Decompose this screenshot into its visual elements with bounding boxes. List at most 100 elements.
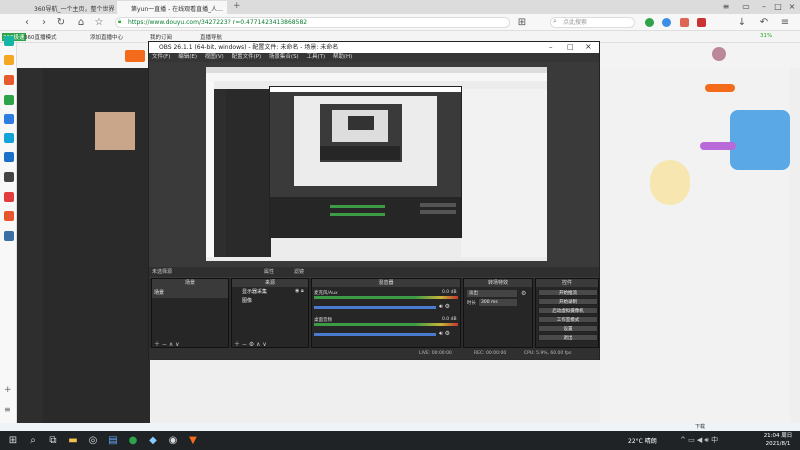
bookmark-live-mode[interactable]: 360直播模式	[24, 33, 57, 41]
volume-slider[interactable]	[314, 306, 436, 309]
sidebar-menu-icon[interactable]: ≡	[4, 405, 11, 414]
sidebar-app-icon[interactable]	[4, 75, 14, 85]
menu-scene-collection[interactable]: 场景集合(S)	[266, 54, 302, 60]
refresh-icon[interactable]: ↻	[54, 16, 68, 29]
start-streaming-button[interactable]: 开始推流	[538, 289, 598, 296]
restore-icon[interactable]: ▭	[740, 2, 752, 12]
follow-button[interactable]	[705, 84, 735, 92]
bookmark-subscriptions[interactable]: 我的订阅	[150, 33, 172, 41]
sources-title: 来源	[232, 279, 308, 287]
nested-docks-2	[320, 146, 400, 160]
avatar[interactable]	[712, 47, 726, 61]
downloads-icon[interactable]: ↓	[735, 16, 749, 29]
menu-file[interactable]: 文件(F)	[149, 54, 173, 60]
extension-icon[interactable]	[680, 18, 689, 27]
menu-tools[interactable]: 工具(T)	[303, 54, 328, 60]
sidebar-app-icon[interactable]	[4, 133, 14, 143]
duration-field[interactable]: 300 ms	[479, 299, 517, 306]
sidebar-add-icon[interactable]: +	[4, 385, 12, 395]
volume-slider[interactable]	[314, 333, 436, 336]
home-icon[interactable]: ⌂	[74, 16, 88, 29]
extension-icon[interactable]	[662, 18, 671, 27]
app-icon[interactable]: ▤	[105, 433, 121, 448]
properties-button[interactable]: 属性	[264, 267, 274, 277]
speaker-icon[interactable]: 🔊︎ ⚙	[439, 330, 450, 338]
forward-icon[interactable]: ›	[37, 16, 51, 29]
file-explorer-icon[interactable]: ▬	[65, 433, 81, 448]
scene-add-icon[interactable]: ＋ − ∧ ∨	[154, 339, 180, 348]
app-icon[interactable]: ▼	[185, 433, 201, 448]
obs-preview[interactable]	[206, 67, 547, 261]
obs-title: OBS 26.1.1 (64-bit, windows) - 配置文件: 未命名…	[159, 44, 339, 51]
menu-profile[interactable]: 配置文件(P)	[229, 54, 265, 60]
source-item-image[interactable]: 图像	[232, 296, 308, 305]
sidebar-app-icon[interactable]	[4, 192, 14, 202]
no-source-label: 未选择源	[152, 269, 173, 275]
bookmark-add-live[interactable]: 添加直播中心	[90, 33, 123, 41]
nested-obs-title	[270, 87, 461, 92]
menu-help[interactable]: 帮助(H)	[330, 54, 355, 60]
minimize-icon[interactable]: –	[758, 2, 770, 12]
extension-icon[interactable]	[697, 18, 706, 27]
close-icon[interactable]: ×	[786, 2, 798, 12]
app-icon[interactable]: ◆	[145, 433, 161, 448]
steam-icon[interactable]: ◎	[85, 433, 101, 448]
start-recording-button[interactable]: 开始录制	[538, 298, 598, 305]
task-view-icon[interactable]: ⧉	[45, 433, 61, 448]
promo-button[interactable]	[700, 142, 736, 150]
clock[interactable]: 21:04 周日 2021/8/1	[758, 432, 798, 450]
sidebar-app-icon[interactable]	[4, 231, 14, 241]
transition-select[interactable]: 淡出	[467, 290, 517, 297]
sidebar-app-icon[interactable]	[4, 172, 14, 182]
menu-icon[interactable]: ≡	[720, 2, 732, 12]
menu-edit[interactable]: 编辑(E)	[175, 54, 200, 60]
sidebar-app-icon[interactable]	[4, 95, 14, 105]
obs-maximize-icon[interactable]: □	[567, 43, 574, 51]
scene-item[interactable]: 场景	[152, 287, 228, 298]
search-input[interactable]: 点此搜索	[550, 17, 635, 28]
transition-settings-icon[interactable]: ⚙	[521, 290, 526, 297]
obs-minimize-icon[interactable]: –	[549, 43, 553, 51]
downloads-link[interactable]: 下载	[695, 423, 705, 431]
sidebar-app-icon[interactable]	[4, 36, 14, 46]
sidebar-app-icon[interactable]	[4, 152, 14, 162]
settings-button[interactable]: 设置	[538, 325, 598, 332]
favorite-star-icon[interactable]: ☆	[92, 16, 106, 29]
obs-close-icon[interactable]: ×	[585, 42, 592, 51]
url-field[interactable]: https://www.douyu.com/3427223? r=0.47714…	[115, 17, 510, 28]
streamer-thumbnail[interactable]	[95, 112, 135, 150]
douyu-logo[interactable]	[125, 50, 145, 62]
tray-icons[interactable]: ^ ▭ ◀ 🔊︎ 中	[680, 435, 718, 445]
grid-icon[interactable]: ⊞	[515, 16, 529, 29]
promo-banner[interactable]	[730, 110, 790, 170]
exit-button[interactable]: 退出	[538, 334, 598, 341]
maximize-icon[interactable]: □	[772, 2, 784, 12]
nested-obs-docks	[270, 197, 461, 237]
nested-right-panel	[461, 89, 547, 257]
search-icon[interactable]: ⌕	[25, 433, 41, 448]
bookmark-live-nav[interactable]: 直播导航	[200, 33, 222, 41]
back-icon[interactable]: ‹	[20, 16, 34, 29]
undo-icon[interactable]: ↶	[757, 16, 771, 29]
new-tab-icon[interactable]: +	[233, 1, 241, 11]
browser-360-icon[interactable]: ●	[125, 433, 141, 448]
obs-icon[interactable]: ◉	[165, 433, 181, 448]
sidebar-app-icon[interactable]	[4, 114, 14, 124]
studio-mode-button[interactable]: 工作室模式	[538, 316, 598, 323]
tab-360-nav[interactable]: 360导航_一个主页，整个世界	[20, 1, 115, 14]
start-virtual-camera-button[interactable]: 启动虚拟摄像机	[538, 307, 598, 314]
visibility-icon[interactable]: ◉ 🔒︎	[295, 288, 304, 294]
windows-start-icon[interactable]: ⊞	[5, 433, 21, 448]
extension-icon[interactable]	[645, 18, 654, 27]
filters-button[interactable]: 滤镜	[294, 267, 304, 277]
transitions-dock: 转场特效 淡出 ⚙ 时长 300 ms	[463, 278, 533, 348]
weather-widget[interactable]: 22°C 晴朗	[628, 436, 657, 445]
sidebar-app-icon[interactable]	[4, 55, 14, 65]
tab-douyu[interactable]: 第yun一直播 - 在线观看直播_人...	[117, 1, 227, 14]
speaker-icon[interactable]: 🔊︎ ⚙	[439, 303, 450, 311]
sidebar-app-icon[interactable]	[4, 211, 14, 221]
nested-address-bar	[206, 73, 547, 81]
source-add-icon[interactable]: ＋ − ⚙ ∧ ∨	[234, 339, 267, 348]
menu-view[interactable]: 视图(V)	[202, 54, 227, 60]
more-icon[interactable]: ≡	[778, 16, 792, 29]
